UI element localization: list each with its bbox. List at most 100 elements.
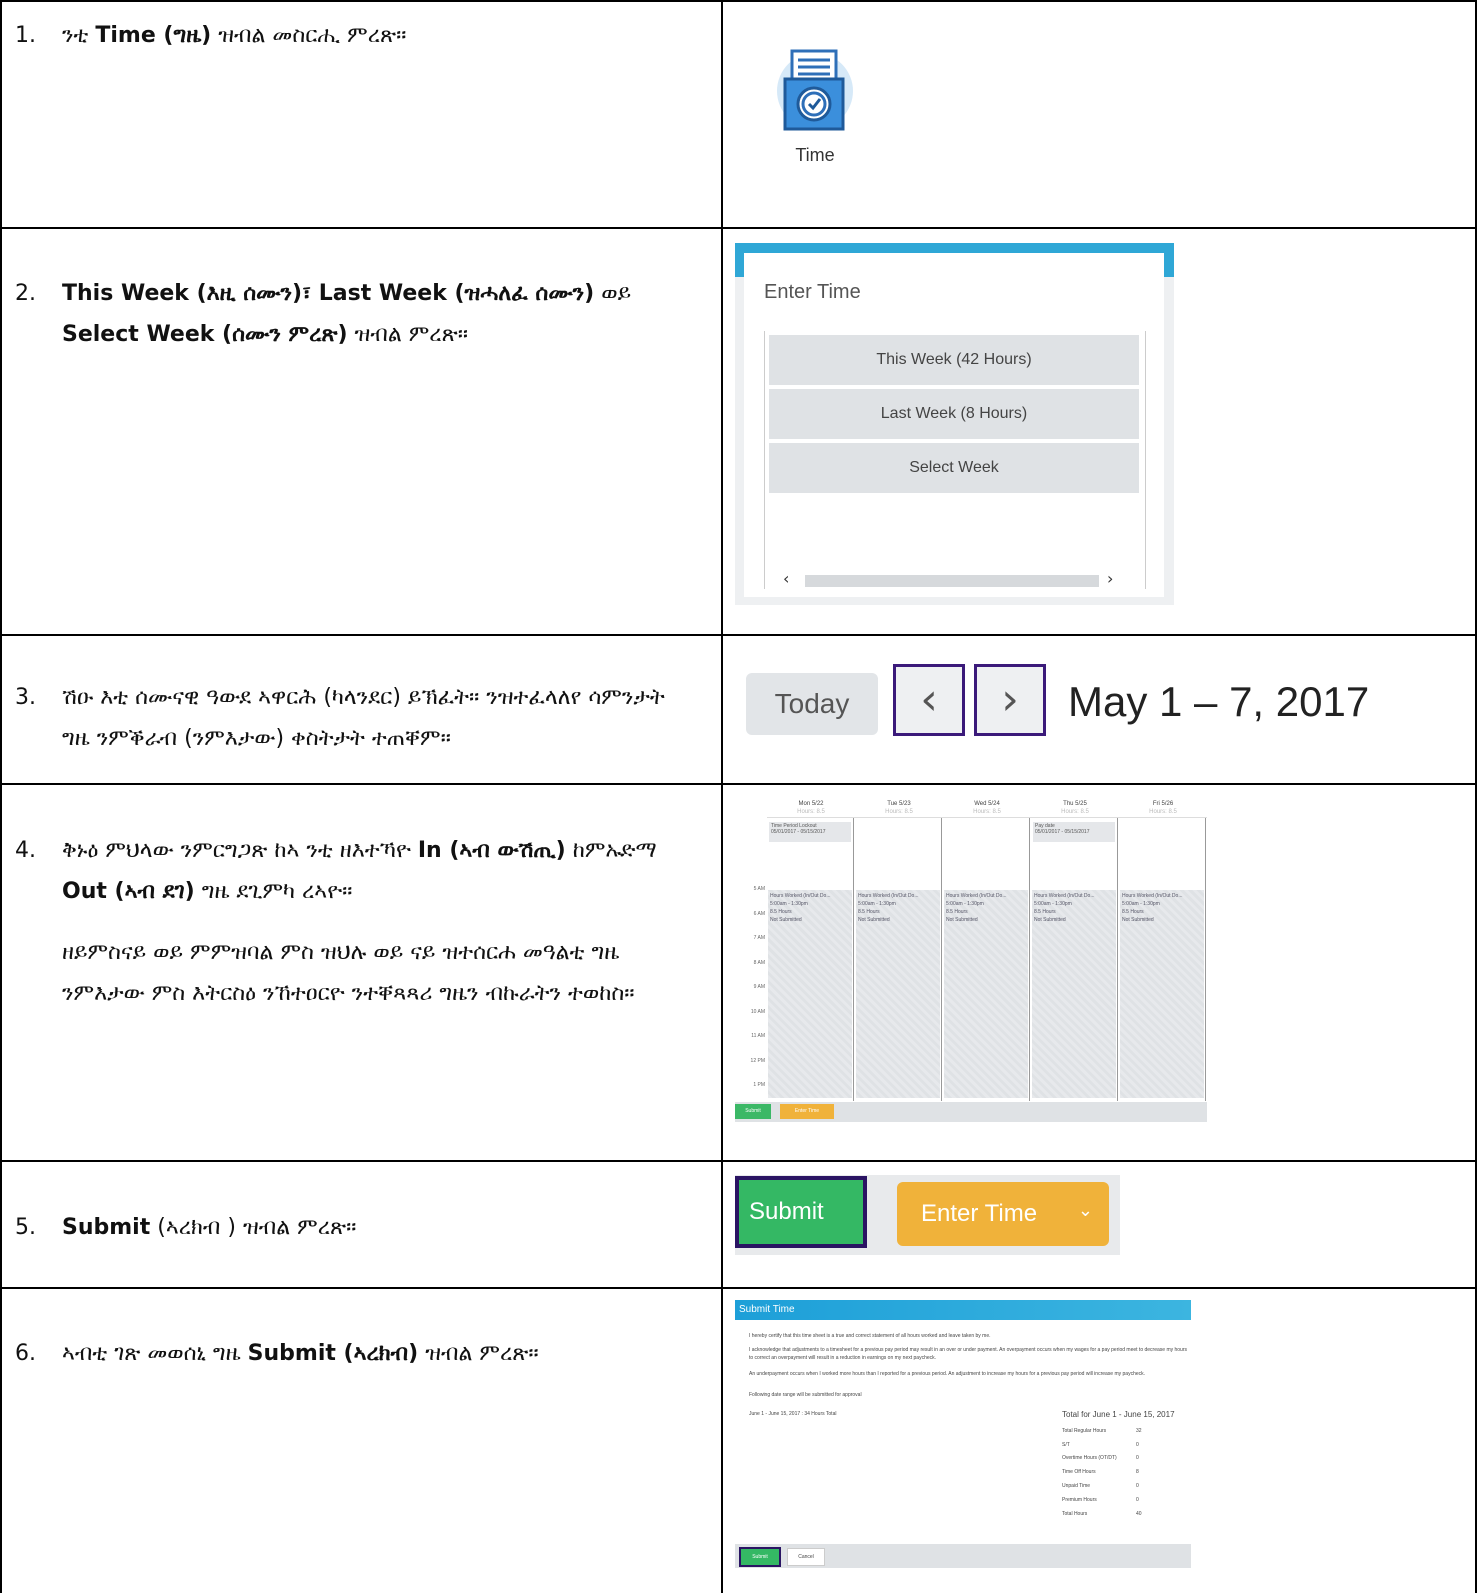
totals-value: 0 [1136, 1483, 1139, 1489]
time-block[interactable]: Hours Worked (In/Out Do... 5:00am - 1:30p… [1032, 890, 1116, 1098]
entry-hours: 8.5 Hours [946, 909, 968, 915]
day-column[interactable]: Hours Worked (In/Out Do... 5:00am - 1:30p… [943, 818, 1030, 1101]
time-label: 8 AM [753, 959, 765, 966]
step-text: ቅኑዕ ምህላው ንምርግጋጽ ከኣ ንቲ ዘእተኻዮ In (ኣብ ውሽጢ) … [62, 830, 695, 1014]
totals-value: 0 [1136, 1442, 1139, 1448]
step-text-part: ዝብል ምረጽ። [418, 1341, 539, 1366]
step-text-bold: Time (ግዜ) [95, 23, 212, 48]
step-text-bold: Submit (ኣረክብ) [247, 1341, 419, 1366]
entry-title: Hours Worked (In/Out Do... [1122, 893, 1183, 899]
totals-label: Unpaid Time [1062, 1483, 1091, 1489]
allday-event[interactable]: Pay date 05/01/2017 - 05/15/2017 [1033, 822, 1115, 842]
submit-button[interactable]: Submit [735, 1104, 771, 1119]
submitted-range: June 1 - June 15, 2017 : 34 Hours Total [749, 1411, 837, 1417]
submit-time-dialog: Submit Time I hereby certify that this t… [735, 1300, 1191, 1568]
next-week-button[interactable]: › [974, 664, 1046, 736]
time-app-icon[interactable] [775, 45, 855, 135]
entry-title: Hours Worked (In/Out Do... [1034, 893, 1095, 899]
last-week-button[interactable]: Last Week (8 Hours) [769, 389, 1139, 439]
submit-button[interactable]: Submit [735, 1176, 867, 1248]
entry-title: Hours Worked (In/Out Do... [946, 893, 1007, 899]
totals-title: Total for June 1 - June 15, 2017 [1062, 1410, 1175, 1419]
time-label: 10 AM [750, 1008, 765, 1015]
scrollbar-track[interactable] [805, 575, 1099, 587]
entry-status: Not Submitted [1034, 917, 1066, 923]
step-number: 6. [15, 1341, 36, 1366]
row-divider [0, 1160, 1477, 1162]
time-label: 9 AM [753, 984, 765, 990]
column-divider [721, 0, 723, 1593]
step-text-part: ንቲ [62, 23, 96, 48]
day-hours: Hours: 8.5 [885, 809, 913, 815]
certification-text: I hereby certify that this time sheet is… [749, 1333, 991, 1339]
cancel-button[interactable]: Cancel [787, 1548, 825, 1566]
scroll-right-icon[interactable]: › [1107, 569, 1113, 588]
time-app-label: Time [795, 145, 835, 165]
entry-time: 5:00am - 1:30pm [1122, 901, 1160, 907]
totals-value: 32 [1136, 1428, 1142, 1434]
time-label: 6 AM [753, 910, 765, 917]
step-text-part: ኣብቲ ገጽ መወሰኒ ግዜ [62, 1341, 248, 1366]
today-button[interactable]: Today [746, 673, 878, 735]
enter-time-button[interactable]: Enter Time [780, 1104, 834, 1119]
chevron-left-icon: ‹ [920, 674, 938, 725]
totals-row: Premium Hours 0 [1062, 1497, 1172, 1503]
totals-row: Overtime Hours (OT/DT) 0 [1062, 1455, 1172, 1461]
time-axis: 5 AM 6 AM 7 AM 8 AM 9 AM 10 AM 11 AM 12 … [735, 886, 765, 1107]
step-text-bold: Select Week (ሰሙን ምረጽ) [62, 322, 348, 347]
totals-value: 40 [1136, 1511, 1142, 1517]
horizontal-scrollbar[interactable]: ‹ › [765, 569, 1145, 589]
totals-row: Time Off Hours 8 [1062, 1469, 1172, 1475]
day-label: Mon 5/22 [798, 801, 824, 807]
day-header: Wed 5/24 Hours: 8.5 [943, 800, 1031, 816]
table-border-top [0, 0, 1477, 2]
time-label: 11 AM [751, 1033, 765, 1039]
date-range-label: May 1 – 7, 2017 [1068, 678, 1370, 725]
enter-time-label: Enter Time [921, 1200, 1038, 1227]
select-week-button[interactable]: Select Week [769, 443, 1139, 493]
enter-time-dropdown[interactable]: Enter Time ⌄ [897, 1182, 1109, 1246]
entry-time: 5:00am - 1:30pm [1034, 901, 1072, 907]
totals-label: Time Off Hours [1062, 1469, 1096, 1475]
event-date: 05/01/2017 - 05/15/2017 [1035, 829, 1090, 835]
time-label: 7 AM [753, 935, 765, 941]
step-text: ንቲ Time (ግዜ) ዝብል መስርሒ ምረጽ። [62, 15, 695, 56]
previous-week-button[interactable]: ‹ [893, 664, 965, 736]
dialog-footer: Submit Cancel [735, 1544, 1191, 1568]
day-header: Fri 5/26 Hours: 8.5 [1119, 800, 1207, 816]
day-header: Tue 5/23 Hours: 8.5 [855, 800, 943, 816]
step-text-bold: Submit [62, 1215, 151, 1240]
overpayment-text: I acknowledge that adjustments to a time… [749, 1347, 1188, 1361]
step-text-part: ግዜ ደጊምካ ረኣዮ። [194, 879, 353, 904]
time-block[interactable]: Hours Worked (In/Out Do... 5:00am - 1:30p… [944, 890, 1028, 1098]
date-range-note: Following date range will be submitted f… [749, 1392, 862, 1398]
clipboard-clock-icon [777, 49, 853, 131]
calendar-grid: Time Period Lockout 05/01/2017 - 05/15/20… [767, 817, 1207, 1101]
entry-status: Not Submitted [858, 917, 890, 923]
time-label: 5 AM [753, 886, 765, 892]
scroll-left-icon[interactable]: ‹ [783, 569, 789, 588]
underpayment-text: An underpayment occurs when I worked mor… [749, 1371, 1146, 1377]
step-text-bold: In (ኣብ ውሽጢ) [417, 838, 566, 863]
entry-status: Not Submitted [770, 917, 802, 923]
day-column[interactable]: Hours Worked (In/Out Do... 5:00am - 1:30p… [855, 818, 942, 1101]
day-column[interactable]: Pay date 05/01/2017 - 05/15/2017 Hours Wo… [1031, 818, 1118, 1101]
entry-status: Not Submitted [946, 917, 978, 923]
time-block[interactable]: Hours Worked (In/Out Do... 5:00am - 1:30p… [1120, 890, 1204, 1098]
allday-event[interactable]: Time Period Lockout 05/01/2017 - 05/15/20… [769, 822, 851, 842]
row-divider [0, 634, 1477, 636]
submit-button[interactable]: Submit [739, 1547, 781, 1567]
event-date: 05/01/2017 - 05/15/2017 [771, 829, 826, 835]
totals-label: S/T [1062, 1442, 1070, 1448]
entry-status: Not Submitted [1122, 917, 1154, 923]
time-block[interactable]: Hours Worked (In/Out Do... 5:00am - 1:30p… [856, 890, 940, 1098]
calendar-footer: Submit Enter Time [735, 1102, 1207, 1122]
day-column[interactable]: Time Period Lockout 05/01/2017 - 05/15/20… [767, 818, 854, 1101]
this-week-button[interactable]: This Week (42 Hours) [769, 335, 1139, 385]
day-column[interactable]: Hours Worked (In/Out Do... 5:00am - 1:30p… [1119, 818, 1206, 1101]
enter-time-card: Enter Time This Week (42 Hours) Last Wee… [744, 253, 1164, 597]
table-border-left [0, 0, 2, 1593]
time-block[interactable]: Hours Worked (In/Out Do... 5:00am - 1:30p… [768, 890, 852, 1098]
step-text: This Week (እዚ ሰሙን)፣ Last Week (ዝሓለፈ ሰሙን)… [62, 273, 695, 355]
day-hours: Hours: 8.5 [797, 809, 825, 815]
